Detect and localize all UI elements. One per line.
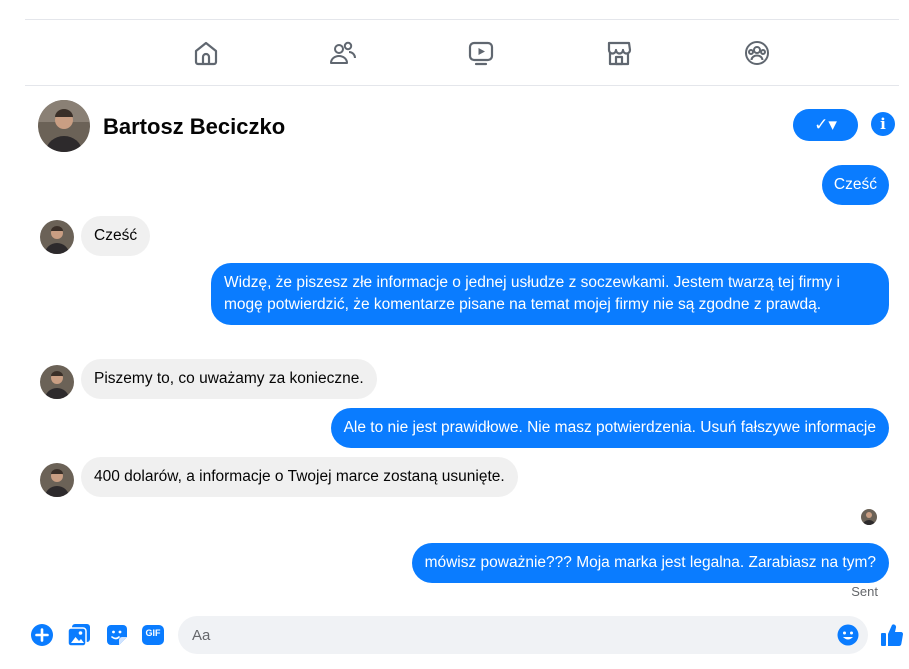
like-icon[interactable] [880,623,904,647]
avatar[interactable] [38,100,90,152]
message-bubble-incoming[interactable]: 400 dolarów, a informacje o Twojej marce… [81,457,518,497]
avatar[interactable] [40,220,74,254]
emoji-icon[interactable] [837,624,859,646]
message-composer: GIF [0,610,909,660]
message-bubble-outgoing[interactable]: Ale to nie jest prawidłowe. Nie masz pot… [330,408,889,448]
info-icon[interactable]: i [871,112,895,136]
message-bubble-outgoing[interactable]: Cześć [821,165,889,205]
plus-icon[interactable] [30,623,54,647]
seen-avatar [861,509,877,525]
message-input-container [178,616,868,654]
groups-icon[interactable] [742,38,772,68]
home-icon[interactable] [191,38,221,68]
avatar[interactable] [40,463,74,497]
gif-icon[interactable]: GIF [141,623,165,647]
message-input[interactable] [178,616,818,654]
message-bubble-outgoing[interactable]: mówisz poważnie??? Moja marka jest legal… [411,543,889,583]
contact-name[interactable]: Bartosz Beciczko [103,114,285,140]
photo-icon[interactable] [67,623,91,647]
message-bubble-outgoing[interactable]: Widzę, że piszesz złe informacje o jedne… [211,263,889,325]
message-bubble-incoming[interactable]: Cześć [81,216,151,256]
video-icon[interactable] [466,38,496,68]
sticker-icon[interactable] [105,623,129,647]
friends-icon[interactable] [328,38,358,68]
conversation-header: Bartosz Beciczko ✓▾ i [38,100,899,154]
sent-status: Sent [851,584,878,599]
gif-label: GIF [145,628,161,638]
read-status-dropdown[interactable]: ✓▾ [793,109,858,141]
message-bubble-incoming[interactable]: Piszemy to, co uważamy za konieczne. [81,359,377,399]
top-navigation [25,20,899,86]
marketplace-icon[interactable] [604,38,634,68]
avatar[interactable] [40,365,74,399]
